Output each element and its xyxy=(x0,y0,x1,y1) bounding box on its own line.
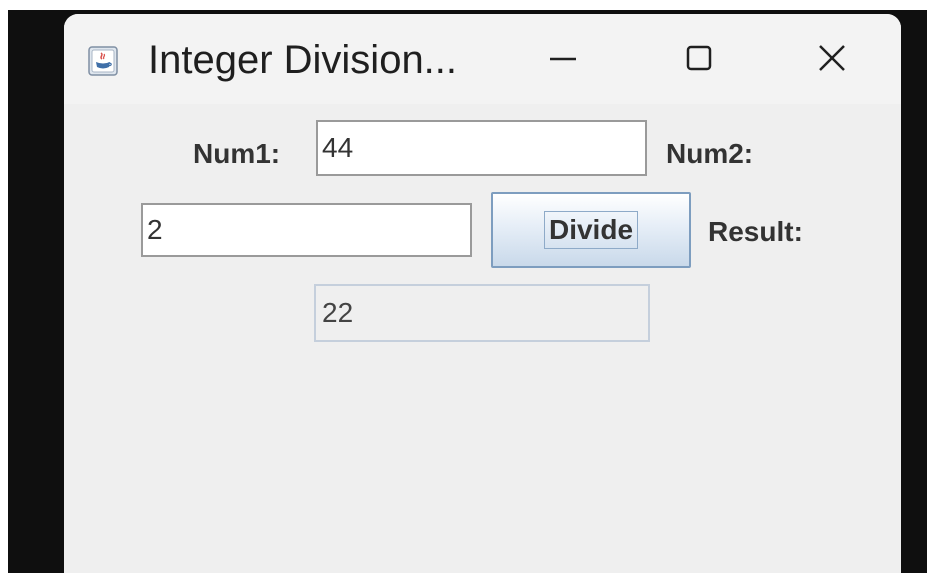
close-icon xyxy=(817,43,847,78)
java-app-icon xyxy=(88,46,118,76)
divide-button-label: Divide xyxy=(543,211,639,249)
maximize-icon xyxy=(684,43,714,78)
num2-field[interactable] xyxy=(141,203,472,257)
num1-label: Num1: xyxy=(193,138,281,169)
close-button[interactable] xyxy=(797,36,867,84)
minimize-icon xyxy=(548,43,578,78)
app-window: Integer Division... Num1: 44 Num2: 2 Div… xyxy=(64,14,901,573)
num1-field[interactable] xyxy=(316,120,647,176)
window-title: Integer Division... xyxy=(148,38,458,82)
minimize-button[interactable] xyxy=(528,36,598,84)
result-field xyxy=(314,284,650,342)
maximize-button[interactable] xyxy=(664,36,734,84)
title-bar[interactable]: Integer Division... xyxy=(64,14,901,104)
result-label: Result: xyxy=(708,216,803,247)
num2-label: Num2: xyxy=(666,138,754,169)
divide-button[interactable]: Divide xyxy=(491,192,691,268)
